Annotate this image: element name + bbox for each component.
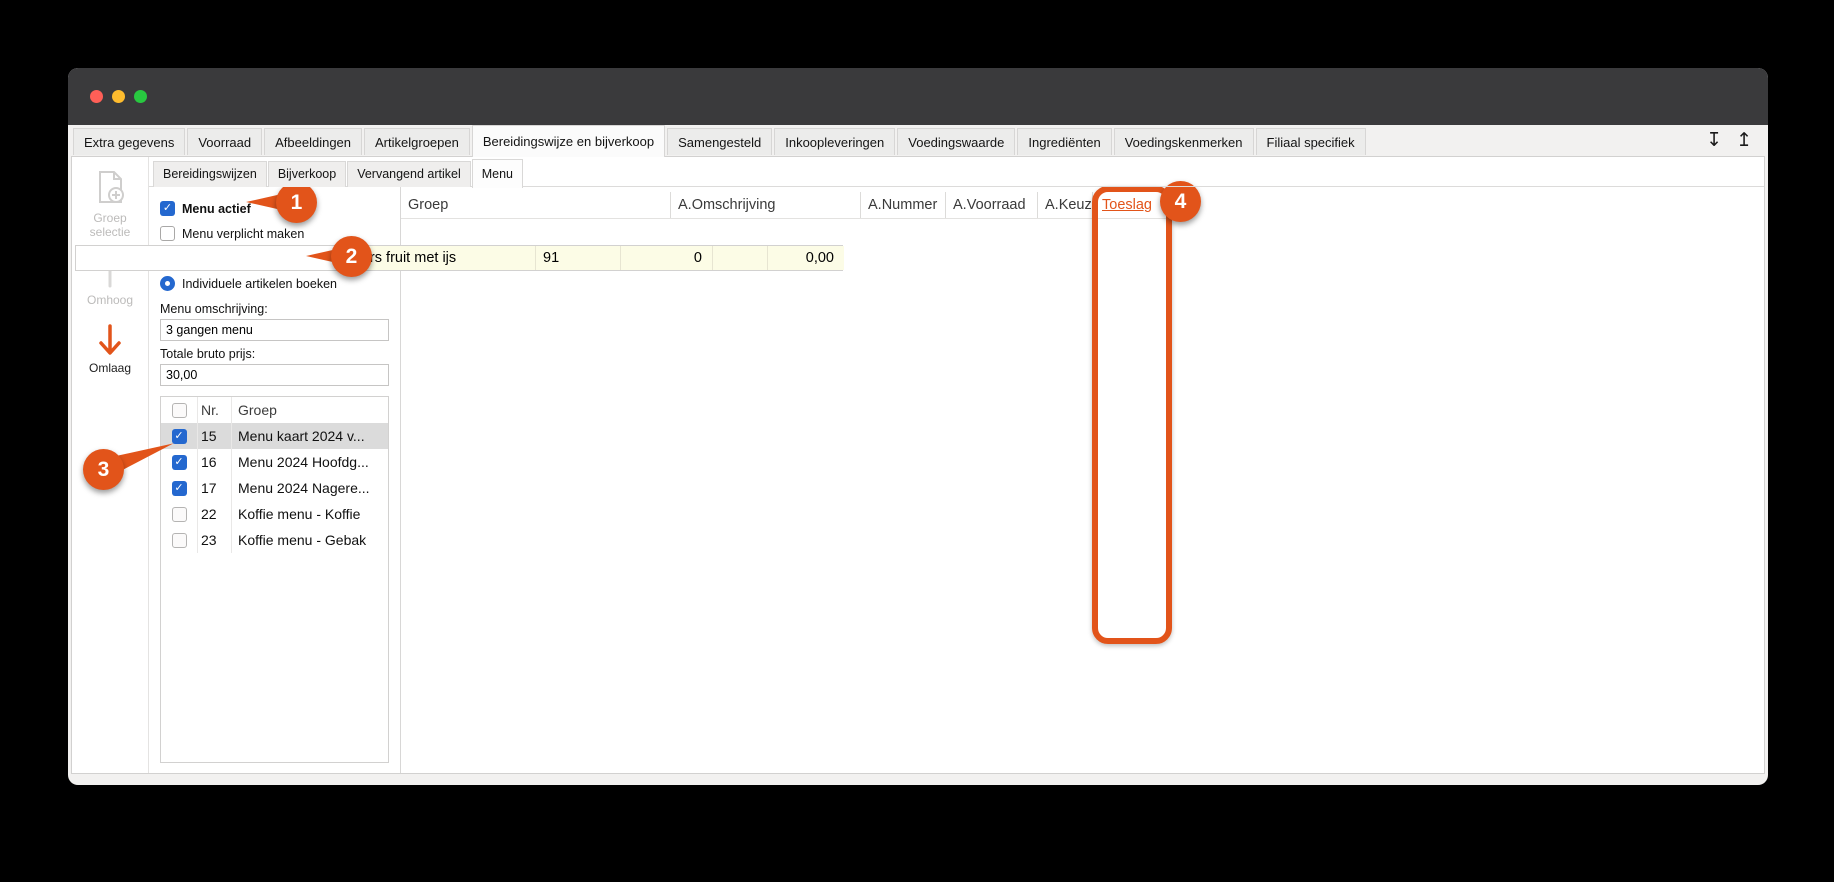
column-header-a-keuze[interactable]: A.Keuze: [1038, 192, 1093, 218]
groep-selectie-button[interactable]: Groep selectie: [72, 169, 148, 239]
main-tab-bar: Extra gegevens Voorraad Afbeeldingen Artike…: [68, 125, 1768, 157]
tab-content: Groep selectie Omhoog Omlaag Bereidingsw…: [71, 156, 1765, 774]
column-header-a-nummer[interactable]: A.Nummer: [861, 192, 946, 218]
column-header-a-omschrijving[interactable]: A.Omschrijving: [671, 192, 861, 218]
close-button[interactable]: [90, 90, 103, 103]
screenshot-stage: Extra gegevens Voorraad Afbeeldingen Artike…: [0, 0, 1834, 882]
totale-bruto-prijs-label: Totale bruto prijs:: [160, 347, 256, 361]
group-list-row[interactable]: 23 Koffie menu - Gebak: [161, 527, 388, 553]
individuele-artikelen-label: Individuele artikelen boeken: [182, 276, 337, 291]
omhoog-label: Omhoog: [86, 293, 134, 307]
menu-actief-option[interactable]: ✓ Menu actief: [160, 196, 389, 221]
sub-tab-bar: Bereidingswijzen Bijverkoop Vervangend art…: [149, 157, 1764, 188]
group-checkbox[interactable]: ✓: [171, 454, 187, 470]
omlaag-label: Omlaag: [88, 361, 132, 375]
group-checkbox[interactable]: [171, 532, 187, 548]
tab-filiaal-specifiek[interactable]: Filiaal specifiek: [1255, 128, 1366, 155]
tab-voedingswaarde[interactable]: Voedingswaarde: [897, 128, 1016, 155]
group-select-icon: [93, 169, 127, 207]
tab-afbeeldingen[interactable]: Afbeeldingen: [264, 128, 363, 155]
menu-settings-panel: ✓ Menu actief Menu verplicht maken Allee…: [149, 187, 401, 773]
subtab-bereidingswijzen[interactable]: Bereidingswijzen: [153, 161, 267, 187]
tab-bereidingswijze-en-bijverkoop[interactable]: Bereidingswijze en bijverkoop: [471, 125, 666, 157]
tab-voorraad[interactable]: Voorraad: [187, 128, 263, 155]
column-header-a-voorraad[interactable]: A.Voorraad: [946, 192, 1038, 218]
group-list-row[interactable]: ✓ 17 Menu 2024 Nagere...: [161, 475, 388, 501]
subtab-vervangend-artikel[interactable]: Vervangend artikel: [347, 161, 471, 187]
menu-verplicht-option[interactable]: Menu verplicht maken: [160, 221, 389, 246]
cursor-down-icon[interactable]: ↧: [1706, 129, 1722, 151]
totale-bruto-prijs-input[interactable]: [160, 364, 389, 386]
groep-selectie-label: Groep selectie: [89, 211, 131, 239]
group-checkbox[interactable]: [171, 506, 187, 522]
tab-voedingskenmerken[interactable]: Voedingskenmerken: [1113, 128, 1254, 155]
bereidingswijze-panel: Bereidingswijzen Bijverkoop Vervangend art…: [75, 157, 1764, 773]
menu-article-row[interactable]: Vers fruit met ijs 91 0 0,00: [75, 245, 844, 271]
column-header-groep[interactable]: Groep: [401, 192, 671, 218]
group-checkbox[interactable]: ✓: [171, 428, 187, 444]
menu-verplicht-checkbox[interactable]: [160, 226, 175, 241]
select-all-checkbox[interactable]: [171, 402, 187, 418]
zoom-button[interactable]: [134, 90, 147, 103]
subtab-bijverkoop[interactable]: Bijverkoop: [267, 161, 347, 187]
traffic-lights: [90, 90, 147, 103]
subtab-menu[interactable]: Menu: [471, 159, 524, 188]
menu-table-header: Groep A.Omschrijving A.Nummer A.Voorraad A.K…: [401, 192, 1169, 219]
tab-bar-icons: ↧ ↥: [1706, 129, 1752, 151]
group-list: Nr. Groep ✓ 15 Menu kaart 2024 v... ✓ 16…: [160, 396, 389, 763]
tab-artikelgroepen[interactable]: Artikelgroepen: [364, 128, 470, 155]
arrow-down-icon: [97, 323, 123, 357]
individuele-artikelen-option[interactable]: Individuele artikelen boeken: [160, 271, 389, 296]
menu-actief-checkbox[interactable]: ✓: [160, 201, 175, 216]
menu-verplicht-label: Menu verplicht maken: [182, 226, 305, 241]
group-list-row[interactable]: ✓ 16 Menu 2024 Hoofdg...: [161, 449, 388, 475]
app-window: Extra gegevens Voorraad Afbeeldingen Artike…: [68, 68, 1768, 785]
window-titlebar[interactable]: [68, 68, 1768, 125]
omlaag-button[interactable]: Omlaag: [89, 323, 131, 375]
menu-actief-label: Menu actief: [182, 201, 251, 216]
tab-extra-gegevens[interactable]: Extra gegevens: [73, 128, 186, 155]
tab-samengesteld[interactable]: Samengesteld: [667, 128, 773, 155]
tab-ingredi-nten[interactable]: Ingrediënten: [1017, 128, 1112, 155]
group-list-row[interactable]: 22 Koffie menu - Koffie: [161, 501, 388, 527]
group-list-header-groep: Groep: [231, 397, 388, 423]
group-checkbox[interactable]: ✓: [171, 480, 187, 496]
individuele-artikelen-radio[interactable]: [160, 276, 175, 291]
menu-omschrijving-label: Menu omschrijving:: [160, 302, 268, 316]
group-list-header-nr: Nr.: [197, 397, 231, 423]
group-list-row[interactable]: ✓ 15 Menu kaart 2024 v...: [161, 423, 388, 449]
minimize-button[interactable]: [112, 90, 125, 103]
menu-table: Groep A.Omschrijving A.Nummer A.Voorraad A.K…: [75, 187, 1764, 773]
tab-inkoopleveringen[interactable]: Inkoopleveringen: [774, 128, 896, 155]
menu-omschrijving-input[interactable]: [160, 319, 389, 341]
cursor-to-top-icon[interactable]: ↥: [1736, 129, 1752, 151]
column-header-toeslag[interactable]: Toeslag: [1093, 192, 1169, 218]
group-list-header: Nr. Groep: [161, 397, 388, 423]
